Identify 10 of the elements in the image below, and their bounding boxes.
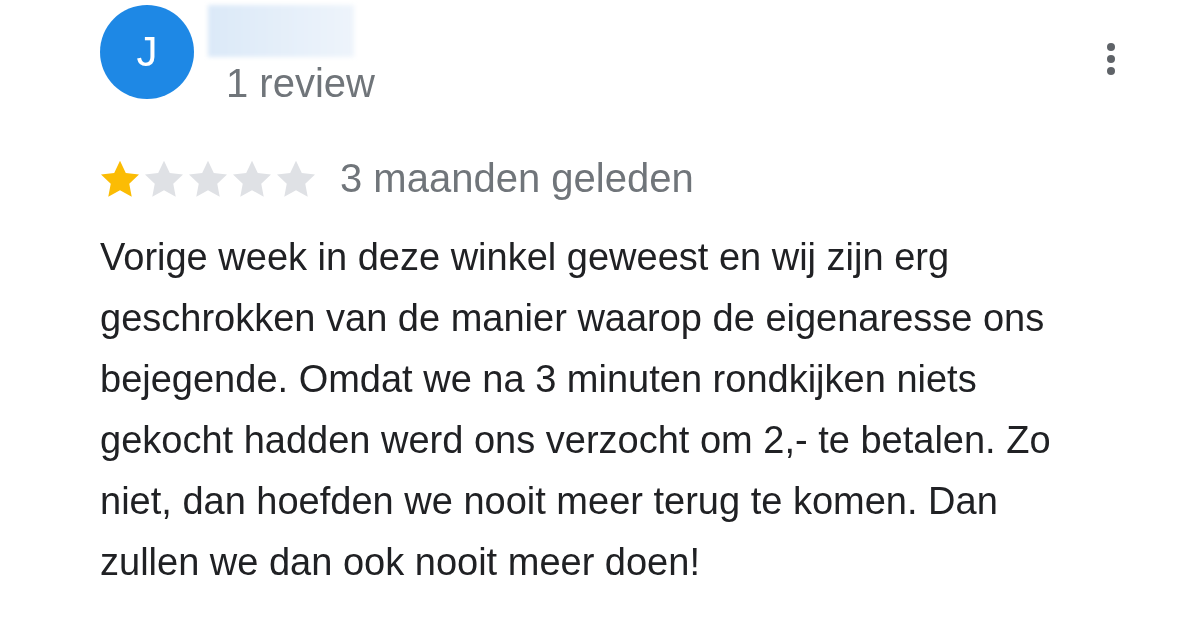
star-icon — [276, 159, 316, 198]
star-icon — [144, 159, 184, 198]
more-options-icon[interactable] — [1106, 42, 1116, 76]
review-text: Vorige week in deze winkel geweest en wij zijn erg geschrokken van de manier waarop de eigenaresse ons bejegende. Omdat we na 3 minuten rondkijken niets gekocht hadden werd ons verzocht om 2,- te betalen. Zo niet, dan hoefden we nooit meer terug te komen. Dan zullen we dan ook nooit meer doen! — [100, 235, 1052, 585]
star-icon — [100, 159, 140, 198]
avatar: J — [100, 5, 194, 99]
star-icon — [232, 159, 272, 198]
review-date: 3 maanden geleden — [340, 156, 694, 201]
review-count: 1 review — [226, 61, 375, 106]
star-icon — [188, 159, 228, 198]
